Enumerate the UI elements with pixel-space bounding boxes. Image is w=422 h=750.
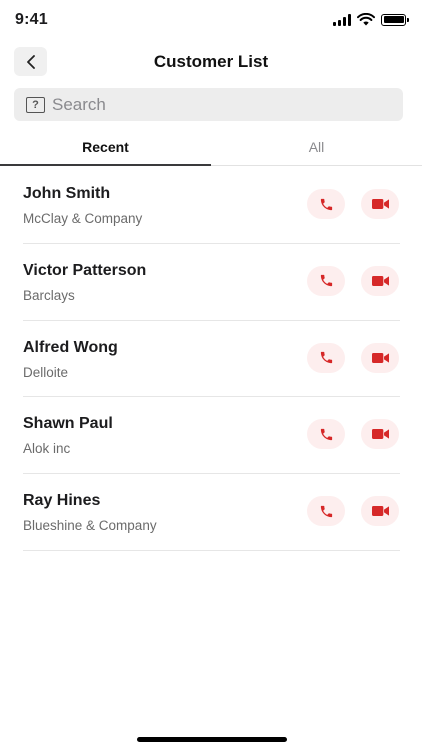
customer-company: Delloite xyxy=(23,364,69,380)
call-button[interactable] xyxy=(307,342,345,373)
tab-all[interactable]: All xyxy=(211,128,422,165)
search-input[interactable] xyxy=(52,94,372,115)
customer-company: Barclays xyxy=(23,287,75,303)
call-button[interactable] xyxy=(307,419,345,450)
nav-bar: Customer List xyxy=(0,42,422,82)
phone-icon xyxy=(320,198,332,210)
tab-bar: Recent All xyxy=(0,128,422,166)
status-bar: 9:41 xyxy=(0,0,422,42)
page-title: Customer List xyxy=(153,52,269,71)
customer-row[interactable]: Alfred Wong Delloite xyxy=(23,321,400,398)
phone-icon xyxy=(320,275,332,287)
phone-icon xyxy=(320,505,332,517)
customer-name: Ray Hines xyxy=(23,492,101,510)
customer-name: Alfred Wong xyxy=(23,338,118,356)
video-camera-icon xyxy=(371,275,389,286)
customer-company: McClay & Company xyxy=(23,211,143,226)
customer-row[interactable]: Shawn Paul Alok inc xyxy=(23,397,400,475)
video-camera-icon xyxy=(371,429,389,440)
call-button[interactable] xyxy=(307,496,345,527)
customer-company: Blueshine & Company xyxy=(23,518,157,534)
search-bar[interactable]: ? xyxy=(14,88,403,121)
customer-row[interactable]: Ray Hines Blueshine & Company xyxy=(23,474,400,551)
customer-company: Alok inc xyxy=(23,441,71,457)
video-call-button[interactable] xyxy=(361,265,399,296)
video-call-button[interactable] xyxy=(361,496,399,527)
customer-name: Shawn Paul xyxy=(23,415,113,433)
customer-row[interactable]: Victor Patterson Barclays xyxy=(23,244,400,321)
customer-list: John Smith McClay & Company Victor Patte… xyxy=(23,167,400,551)
customer-name: John Smith xyxy=(23,185,111,202)
cellular-signal-icon xyxy=(333,13,351,26)
phone-icon xyxy=(320,351,332,364)
video-camera-icon xyxy=(371,506,389,517)
wifi-icon xyxy=(357,13,375,26)
video-call-button[interactable] xyxy=(361,342,399,373)
customer-name: Victor Patterson xyxy=(23,261,147,279)
video-camera-icon xyxy=(371,199,389,209)
video-call-button[interactable] xyxy=(361,419,399,450)
battery-icon xyxy=(381,13,409,26)
status-time: 9:41 xyxy=(15,11,48,28)
customer-row[interactable]: John Smith McClay & Company xyxy=(23,167,400,244)
status-icons xyxy=(333,13,409,26)
video-camera-icon xyxy=(371,352,389,363)
home-indicator xyxy=(137,737,287,742)
phone-icon xyxy=(320,428,332,441)
video-call-button[interactable] xyxy=(361,189,399,219)
search-icon: ? xyxy=(26,96,45,113)
call-button[interactable] xyxy=(307,265,345,296)
tab-recent[interactable]: Recent xyxy=(0,128,211,166)
call-button[interactable] xyxy=(307,189,345,219)
